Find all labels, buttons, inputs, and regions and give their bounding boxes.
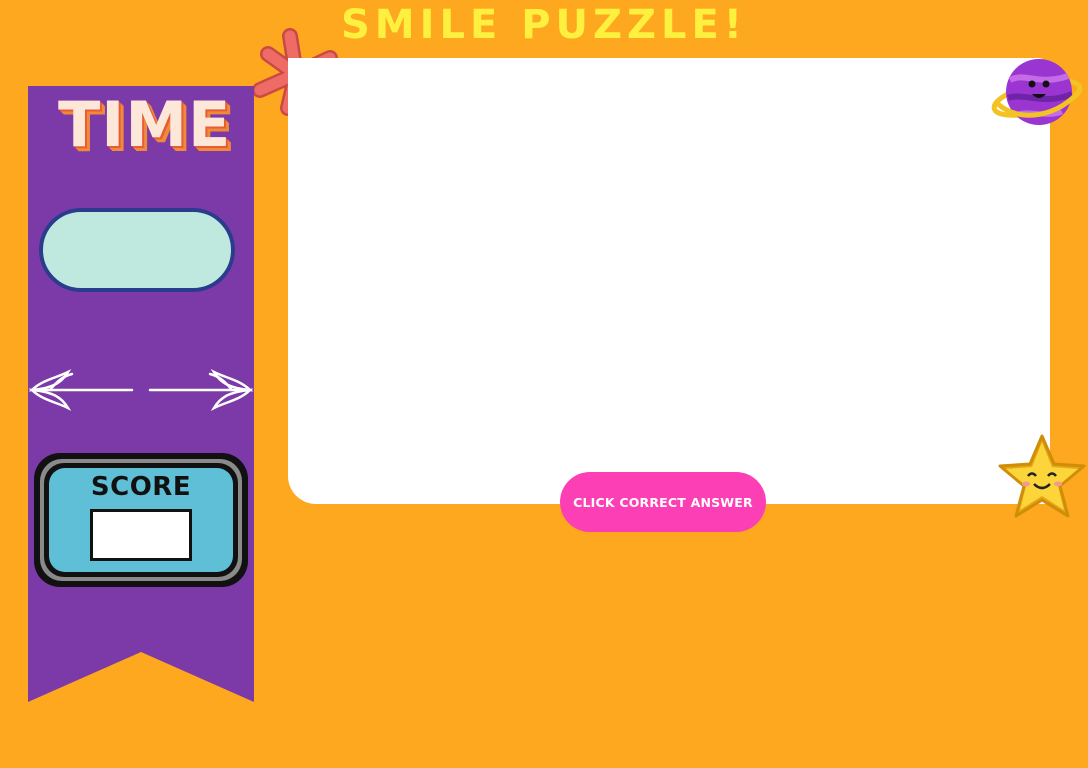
score-panel: SCORE [33, 452, 249, 588]
score-label: SCORE [90, 472, 192, 502]
time-label: TIME [58, 88, 232, 161]
leaf-arrow-divider-icon [28, 368, 254, 412]
game-title: SMILE PUZZLE! [340, 2, 748, 48]
sidebar-banner: TIME SCORE [28, 86, 254, 702]
star-sticker-icon [998, 434, 1086, 518]
timer-display [39, 208, 235, 292]
puzzle-board[interactable] [288, 58, 1050, 504]
click-correct-answer-button[interactable]: CLICK CORRECT ANSWER [560, 472, 766, 532]
planet-sticker-icon [991, 59, 1083, 125]
score-value [90, 509, 192, 561]
